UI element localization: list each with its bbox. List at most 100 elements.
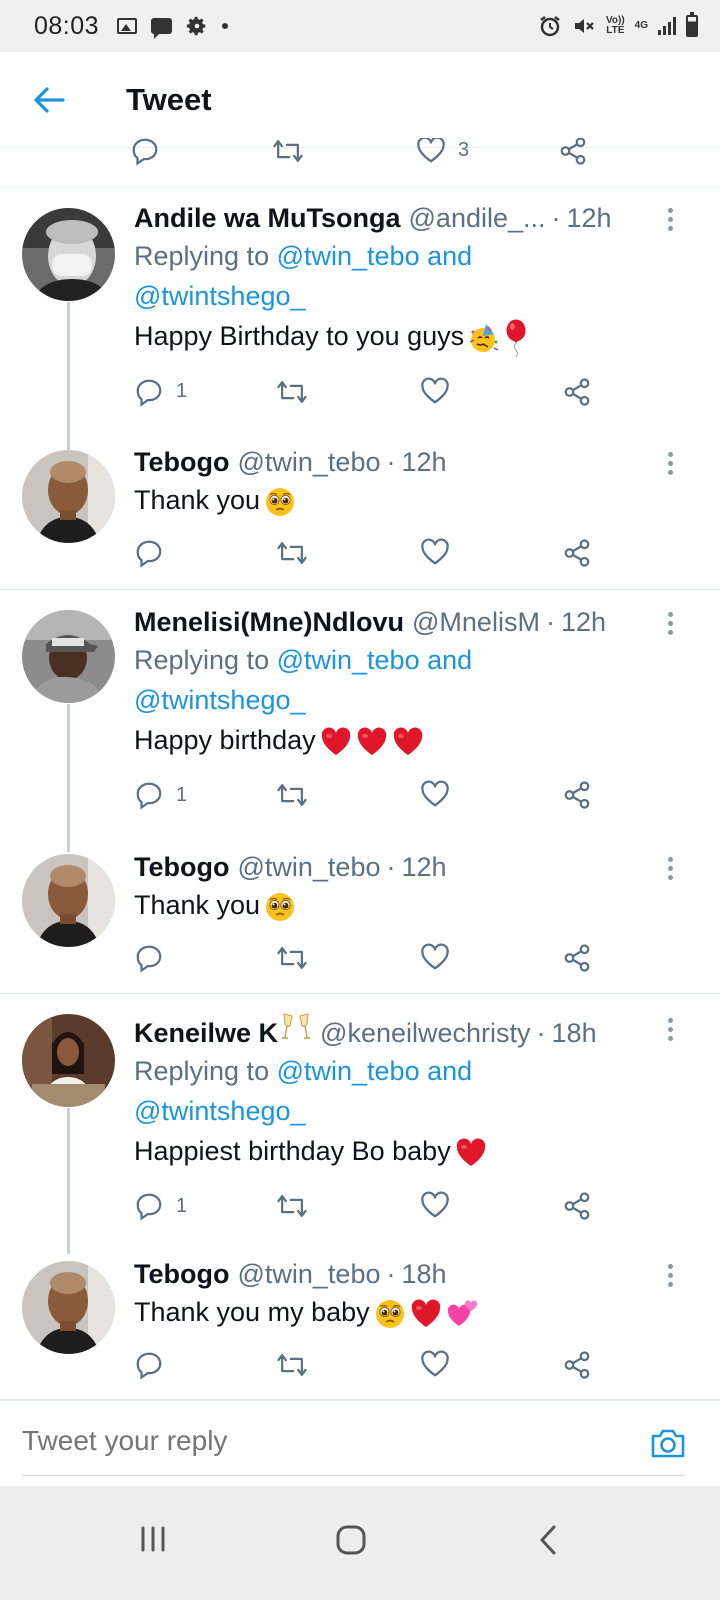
share-icon <box>562 538 592 568</box>
tweet-actions: 1 <box>134 780 634 820</box>
tweet-reply[interactable]: Tebogo @twin_tebo · 12h Thank you <box>0 852 720 994</box>
mention-link[interactable]: @twin_tebo and <box>277 1056 473 1086</box>
display-name[interactable]: Keneilwe K <box>134 1015 278 1051</box>
camera-button[interactable] <box>650 1427 686 1464</box>
like-button[interactable]: 3 <box>416 138 469 164</box>
tweet-reply-input[interactable] <box>22 1425 622 1457</box>
volte-indicator: Vo)) LTE <box>605 15 625 36</box>
parent-tweet-actions: 3 <box>0 138 720 188</box>
retweet-button[interactable] <box>276 1350 308 1380</box>
display-name[interactable]: Tebogo <box>134 1256 229 1292</box>
heart-icon <box>420 1350 450 1378</box>
replying-to: Replying to @twin_tebo and @twintshego_ <box>134 1056 473 1126</box>
tweet-actions: 1 <box>134 377 634 417</box>
tweet-actions: 1 <box>134 1191 634 1231</box>
avatar[interactable] <box>22 854 115 947</box>
recent-apps-button[interactable] <box>136 1524 170 1554</box>
heart-icon <box>420 1191 450 1219</box>
mute-icon <box>574 19 594 33</box>
reply-button[interactable] <box>134 538 164 568</box>
share-button[interactable] <box>562 377 592 407</box>
display-name[interactable]: Andile wa MuTsonga <box>134 200 401 236</box>
share-button[interactable] <box>562 943 592 973</box>
tweet-text: Thank you <box>134 885 690 925</box>
like-button[interactable] <box>420 943 450 971</box>
retweet-button[interactable] <box>272 138 304 166</box>
reply-button[interactable] <box>134 943 164 973</box>
reply-button[interactable]: 1 <box>134 780 187 810</box>
mention-link[interactable]: @twintshego_ <box>134 685 306 715</box>
like-button[interactable] <box>420 780 450 808</box>
heart-icon <box>420 538 450 566</box>
share-button[interactable] <box>558 138 588 166</box>
replying-to: Replying to @twin_tebo and @twintshego_ <box>134 645 473 715</box>
avatar[interactable] <box>22 610 115 703</box>
chevron-left-icon <box>540 1525 556 1555</box>
reply-button[interactable] <box>134 1350 164 1380</box>
share-button[interactable] <box>562 1350 592 1380</box>
clinking-glasses-emoji-icon <box>280 1010 312 1042</box>
heart-icon <box>420 780 450 808</box>
tweet-actions <box>134 943 634 983</box>
tweet-text: Happy birthday <box>134 720 690 760</box>
display-name[interactable]: Tebogo <box>134 849 229 885</box>
tweet-text: Happy Birthday to you guys <box>134 316 690 357</box>
retweet-button[interactable] <box>276 780 308 810</box>
mention-link[interactable]: @twintshego_ <box>134 281 306 311</box>
display-name[interactable]: Tebogo <box>134 444 229 480</box>
share-button[interactable] <box>562 1191 592 1221</box>
mention-link[interactable]: @twintshego_ <box>134 1096 306 1126</box>
retweet-button[interactable] <box>276 538 308 568</box>
avatar[interactable] <box>22 208 115 301</box>
thread-connector-line <box>67 1108 70 1254</box>
share-button[interactable] <box>562 538 592 568</box>
tweet-reply[interactable]: Tebogo @twin_tebo · 18h Thank you my bab… <box>0 1258 720 1400</box>
reply-icon <box>134 943 164 973</box>
tweet-reply[interactable]: Keneilwe K @keneilwechristy · 18h Replyi… <box>0 994 720 1258</box>
user-handle: @andile_... <box>408 203 546 233</box>
like-button[interactable] <box>420 377 450 405</box>
heart-icon <box>420 943 450 971</box>
avatar[interactable] <box>22 1014 115 1107</box>
like-button[interactable] <box>420 1350 450 1378</box>
heart-icon <box>420 377 450 405</box>
retweet-button[interactable] <box>276 1191 308 1221</box>
reply-icon <box>132 138 158 166</box>
signal-strength-icon <box>658 17 676 35</box>
tweet-reply[interactable]: Tebogo @twin_tebo · 12h Thank you <box>0 440 720 590</box>
heart-icon <box>417 138 445 163</box>
tweet-reply[interactable]: Menelisi(Mne)Ndlovu @MnelisM · 12h Reply… <box>0 590 720 854</box>
tweet-timestamp: 12h <box>566 203 612 233</box>
back-button[interactable] <box>19 70 79 130</box>
network-type: 4G <box>634 20 648 31</box>
retweet-icon <box>276 377 308 407</box>
tweet-header: Tebogo @twin_tebo · 12h <box>134 849 690 885</box>
avatar[interactable] <box>22 450 115 543</box>
system-back-button[interactable] <box>534 1524 562 1556</box>
retweet-button[interactable] <box>276 377 308 407</box>
reply-button[interactable] <box>130 138 160 166</box>
display-name[interactable]: Menelisi(Mne)Ndlovu <box>134 604 404 640</box>
tweet-reply[interactable]: Andile wa MuTsonga @andile_... · 12h Rep… <box>0 190 720 452</box>
mention-link[interactable]: @twin_tebo and <box>277 241 473 271</box>
tweet-header: Tebogo @twin_tebo · 18h <box>134 1256 690 1292</box>
tweet-timestamp: 12h <box>401 852 447 882</box>
home-button[interactable] <box>334 1524 368 1556</box>
retweet-icon <box>276 943 308 973</box>
tweet-actions <box>134 1350 634 1390</box>
mention-link[interactable]: @twin_tebo and <box>277 645 473 675</box>
avatar[interactable] <box>22 1261 115 1354</box>
like-button[interactable] <box>420 1191 450 1219</box>
like-button[interactable] <box>420 538 450 566</box>
retweet-icon <box>276 780 308 810</box>
reply-button[interactable]: 1 <box>134 377 187 407</box>
tweet-timestamp: 18h <box>401 1259 447 1289</box>
share-button[interactable] <box>562 780 592 810</box>
retweet-icon <box>276 538 308 568</box>
replying-to: Replying to @twin_tebo and @twintshego_ <box>134 241 473 311</box>
tweet-header: Tebogo @twin_tebo · 12h <box>134 444 690 480</box>
user-handle: @keneilwechristy <box>320 1018 531 1048</box>
reply-button[interactable]: 1 <box>134 1191 187 1221</box>
retweet-button[interactable] <box>276 943 308 973</box>
pleading-face-emoji-icon <box>374 1298 406 1330</box>
